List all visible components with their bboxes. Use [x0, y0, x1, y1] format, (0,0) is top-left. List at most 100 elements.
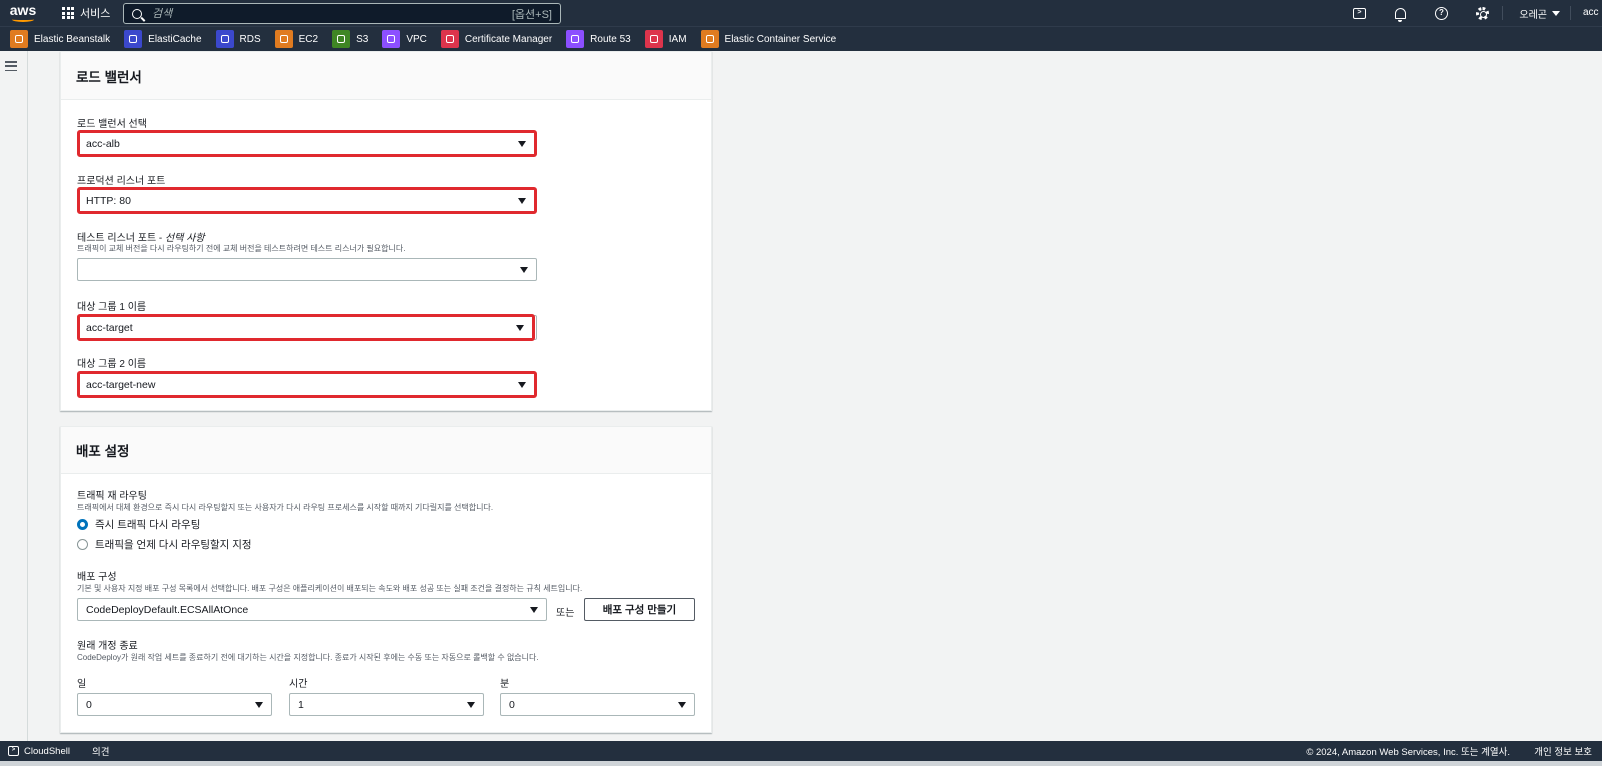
deployment-settings-panel: 배포 설정 트래픽 재 라우팅 트래픽에서 대체 환경으로 즉시 다시 라우팅할… — [60, 426, 712, 733]
settings-button[interactable] — [1461, 0, 1502, 26]
cloudshell-label: CloudShell — [24, 745, 70, 757]
prod-listener-value: HTTP: 80 — [86, 194, 131, 207]
copyright-text: © 2024, Amazon Web Services, Inc. 또는 계열사… — [1306, 747, 1510, 758]
region-selector[interactable]: 오레곤 — [1502, 6, 1570, 21]
radio-unselected-icon[interactable] — [77, 539, 88, 550]
caret-down-icon — [467, 702, 475, 708]
chevron-down-icon — [1552, 10, 1560, 16]
favorite-item[interactable]: S3 — [332, 30, 368, 48]
aws-logo[interactable]: aws — [0, 0, 46, 26]
terminal-icon: > — [8, 746, 19, 756]
radio-specify-reroute-time[interactable]: 트래픽을 언제 다시 라우팅할지 지정 — [77, 537, 252, 552]
caret-down-icon — [518, 382, 526, 388]
prod-listener-dropdown[interactable]: HTTP: 80 — [77, 187, 537, 214]
caret-down-icon — [516, 325, 524, 331]
notifications-button[interactable] — [1379, 0, 1420, 26]
cloudshell-nav-button[interactable]: > — [1338, 0, 1379, 26]
favorite-item[interactable]: IAM — [644, 30, 687, 48]
target-group-1-value: acc-target — [86, 321, 133, 334]
hours-dropdown[interactable]: 1 — [289, 693, 484, 716]
target-group-1-dropdown[interactable]: acc-target — [77, 314, 535, 341]
or-text: 또는 — [556, 608, 575, 619]
console-footer: > CloudShell 의견 © 2024, Amazon Web Servi… — [0, 741, 1602, 761]
window-bottom-edge — [0, 761, 1602, 766]
test-listener-dropdown[interactable] — [77, 258, 537, 281]
region-label: 오레곤 — [1519, 9, 1547, 21]
favorite-item[interactable]: Elastic Beanstalk — [10, 30, 110, 48]
favorite-item-label: S3 — [356, 33, 369, 45]
favorite-item-label: VPC — [406, 33, 427, 45]
terminal-icon: > — [1352, 7, 1366, 19]
radio-reroute-immediately[interactable]: 즉시 트래픽 다시 라우팅 — [77, 517, 200, 532]
rds-icon — [215, 30, 234, 48]
create-deployment-config-button[interactable]: 배포 구성 만들기 — [584, 598, 695, 621]
favorite-item-label: ElastiCache — [148, 33, 202, 45]
favorite-item-label: Route 53 — [590, 33, 631, 45]
favorite-item[interactable]: ElastiCache — [124, 30, 202, 48]
deployment-settings-header: 배포 설정 — [61, 427, 711, 474]
search-input[interactable] — [152, 7, 512, 20]
lb-select-label: 로드 밸런서 선택 — [77, 119, 147, 130]
help-icon: ? — [1434, 6, 1448, 20]
search-icon — [132, 8, 142, 19]
deployment-config-label: 배포 구성 — [77, 572, 117, 583]
deployment-config-dropdown[interactable]: CodeDeployDefault.ECSAllAtOnce — [77, 598, 547, 621]
test-listener-desc: 트래픽이 교체 버전을 다시 라우팅하기 전에 교체 버전을 테스트하려면 테스… — [77, 244, 406, 253]
favorite-item[interactable]: RDS — [215, 30, 261, 48]
caret-down-icon — [518, 141, 526, 147]
search-box[interactable]: [옵션+S] — [123, 3, 561, 24]
menu-icon[interactable] — [5, 61, 17, 71]
beanstalk-icon — [10, 30, 28, 48]
radio-selected-icon[interactable] — [77, 519, 88, 530]
terminate-original-desc: CodeDeploy가 원래 작업 세트를 종료하기 전에 대기하는 시간을 지… — [77, 653, 539, 662]
test-listener-label: 테스트 리스너 포트 - 선택 사항 — [77, 229, 205, 244]
days-dropdown[interactable]: 0 — [77, 693, 272, 716]
favorite-item-label: Certificate Manager — [464, 33, 553, 45]
caret-down-icon — [530, 607, 538, 613]
traffic-rerouting-desc: 트래픽에서 대체 환경으로 즉시 다시 라우팅할지 또는 사용자가 다시 라우팅… — [77, 503, 494, 512]
favorite-item[interactable]: VPC — [382, 30, 427, 48]
services-menu-button[interactable]: 서비스 — [62, 5, 110, 21]
favorite-item[interactable]: Elastic Container Service — [700, 30, 836, 48]
feedback-link[interactable]: 의견 — [92, 744, 109, 758]
caret-down-icon — [520, 267, 528, 273]
favorite-item-label: RDS — [239, 33, 261, 45]
minutes-dropdown[interactable]: 0 — [500, 693, 695, 716]
hours-value: 1 — [298, 698, 304, 711]
traffic-rerouting-label: 트래픽 재 라우팅 — [77, 491, 147, 502]
elasticache-icon — [124, 30, 143, 48]
load-balancer-header: 로드 밸런서 — [61, 52, 711, 100]
favorite-item[interactable]: Route 53 — [566, 30, 631, 48]
ecs-icon — [700, 30, 719, 48]
certificate-manager-icon — [440, 30, 459, 48]
help-button[interactable]: ? — [1420, 0, 1461, 26]
load-balancer-panel: 로드 밸런서 로드 밸런서 선택 acc-alb 프로덕션 리스너 포트 HTT… — [60, 51, 712, 411]
radio-specify-reroute-time-label: 트래픽을 언제 다시 라우팅할지 지정 — [95, 539, 252, 551]
favorite-item[interactable]: Certificate Manager — [440, 30, 553, 48]
minutes-label: 분 — [500, 679, 510, 690]
days-label: 일 — [77, 679, 87, 690]
minutes-value: 0 — [509, 698, 515, 711]
nav-right-group: > ? 오레곤 acc — [1338, 0, 1602, 26]
cloudshell-button[interactable]: > CloudShell — [8, 746, 70, 757]
privacy-link[interactable]: 개인 정보 보호 — [1534, 744, 1592, 758]
lb-select-dropdown[interactable]: acc-alb — [77, 130, 537, 157]
target-group-2-value: acc-target-new — [86, 378, 156, 391]
favorite-item[interactable]: EC2 — [274, 30, 319, 48]
prod-listener-label: 프로덕션 리스너 포트 — [77, 176, 166, 187]
target-group-2-dropdown[interactable]: acc-target-new — [77, 371, 537, 398]
route53-icon — [566, 30, 585, 48]
days-value: 0 — [86, 698, 92, 711]
services-label: 서비스 — [80, 8, 111, 20]
favorite-item-label: EC2 — [298, 33, 319, 45]
caret-down-icon — [678, 702, 686, 708]
aws-logo-text: aws — [9, 2, 37, 18]
favorites-bar: Elastic Beanstalk ElastiCache RDS EC2 S3 VPC C… — [0, 26, 1602, 51]
deployment-settings-title: 배포 설정 — [76, 444, 130, 459]
top-navigation: aws 서비스 [옵션+S] > ? 오레곤 acc — [0, 0, 1602, 26]
aws-smile-icon — [12, 17, 34, 22]
favorite-item-label: Elastic Beanstalk — [34, 33, 111, 45]
account-menu[interactable]: acc — [1570, 6, 1602, 20]
load-balancer-title: 로드 밸런서 — [76, 69, 142, 85]
ec2-icon — [274, 30, 293, 48]
